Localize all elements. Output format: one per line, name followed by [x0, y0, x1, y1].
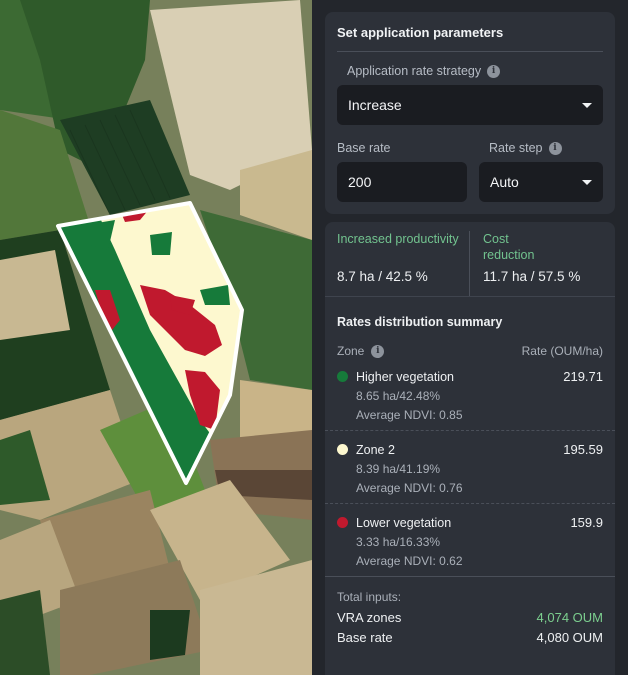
rate-step-group: Rate step i Auto	[479, 141, 603, 202]
kpi-row: Increased productivity 8.7 ha / 42.5 % C…	[325, 222, 615, 297]
strategy-select[interactable]: Increase	[337, 85, 603, 125]
summary-title: Rates distribution summary	[337, 315, 503, 329]
chevron-down-icon	[582, 102, 592, 108]
base-rate-value: 200	[348, 174, 372, 190]
rate-step-label-row: Rate step i	[479, 141, 603, 155]
base-value: 4,080 OUM	[536, 630, 603, 645]
kpi-productivity: Increased productivity 8.7 ha / 42.5 %	[325, 231, 469, 296]
strategy-label-row: Application rate strategy i	[337, 64, 603, 78]
kpi-label: Cost reduction	[483, 232, 535, 262]
base-label: Base rate	[337, 630, 393, 645]
zone-rate: 219.71	[563, 369, 603, 384]
base-rate-input[interactable]: 200	[337, 162, 467, 202]
zone-ndvi: Average NDVI: 0.76	[356, 481, 463, 495]
zone-area: 8.39 ha/41.19%	[356, 462, 441, 476]
zone-color-dot	[337, 517, 348, 528]
rate-step-value: Auto	[490, 174, 519, 190]
zone-name: Zone 2	[356, 442, 395, 457]
kpi-label: Increased productivity	[337, 232, 459, 246]
info-icon[interactable]: i	[487, 64, 501, 78]
zone-column-header: Zone i	[337, 344, 385, 358]
zone-rate: 159.9	[570, 515, 603, 530]
vra-total-row: VRA zones 4,074 OUM	[337, 610, 603, 625]
params-title: Set application parameters	[337, 12, 603, 52]
zone-row-higher: Higher vegetation 219.71 8.65 ha/42.48% …	[325, 358, 615, 431]
rate-step-select[interactable]: Auto	[479, 162, 603, 202]
zone-row-zone2: Zone 2 195.59 8.39 ha/41.19% Average NDV…	[325, 431, 615, 504]
map-canvas	[0, 0, 312, 675]
strategy-value: Increase	[348, 97, 402, 113]
kpi-cost: Cost reduction 11.7 ha / 57.5 %	[469, 231, 615, 296]
kpi-value: 8.7 ha / 42.5 %	[337, 269, 428, 284]
zone-area: 8.65 ha/42.48%	[356, 389, 441, 403]
strategy-label: Application rate strategy	[347, 64, 482, 78]
zone-row-lower: Lower vegetation 159.9 3.33 ha/16.33% Av…	[325, 504, 615, 576]
base-total-row: Base rate 4,080 OUM	[337, 630, 603, 645]
zone-name: Higher vegetation	[356, 369, 454, 384]
base-rate-group: Base rate 200	[337, 141, 467, 202]
zone-ndvi: Average NDVI: 0.62	[356, 554, 463, 568]
totals-section: Total inputs: VRA zones 4,074 OUM Base r…	[325, 576, 615, 645]
rate-step-label: Rate step	[489, 141, 543, 155]
base-rate-label: Base rate	[337, 141, 391, 155]
zone-color-dot	[337, 371, 348, 382]
summary-card: Increased productivity 8.7 ha / 42.5 % C…	[325, 222, 615, 675]
rate-fields-row: Base rate 200 Rate step i Auto	[337, 141, 603, 202]
info-icon[interactable]: i	[371, 344, 385, 358]
totals-label: Total inputs:	[337, 590, 402, 604]
application-parameters-card: Set application parameters Application r…	[325, 12, 615, 214]
kpi-value: 11.7 ha / 57.5 %	[483, 269, 581, 284]
vra-value: 4,074 OUM	[536, 610, 603, 625]
vra-label: VRA zones	[337, 610, 402, 625]
zone-area: 3.33 ha/16.33%	[356, 535, 441, 549]
zone-rate: 195.59	[563, 442, 603, 457]
satellite-map[interactable]	[0, 0, 312, 675]
zone-name: Lower vegetation	[356, 515, 452, 530]
zone-col-label: Zone	[337, 344, 365, 358]
parameters-panel: Set application parameters Application r…	[312, 0, 628, 675]
summary-column-headers: Zone i Rate (OUM/ha)	[325, 329, 615, 358]
rate-col-label: Rate (OUM/ha)	[521, 344, 603, 358]
info-icon[interactable]: i	[548, 141, 562, 155]
chevron-down-icon	[582, 179, 592, 185]
zone-ndvi: Average NDVI: 0.85	[356, 408, 463, 422]
zone-color-dot	[337, 444, 348, 455]
